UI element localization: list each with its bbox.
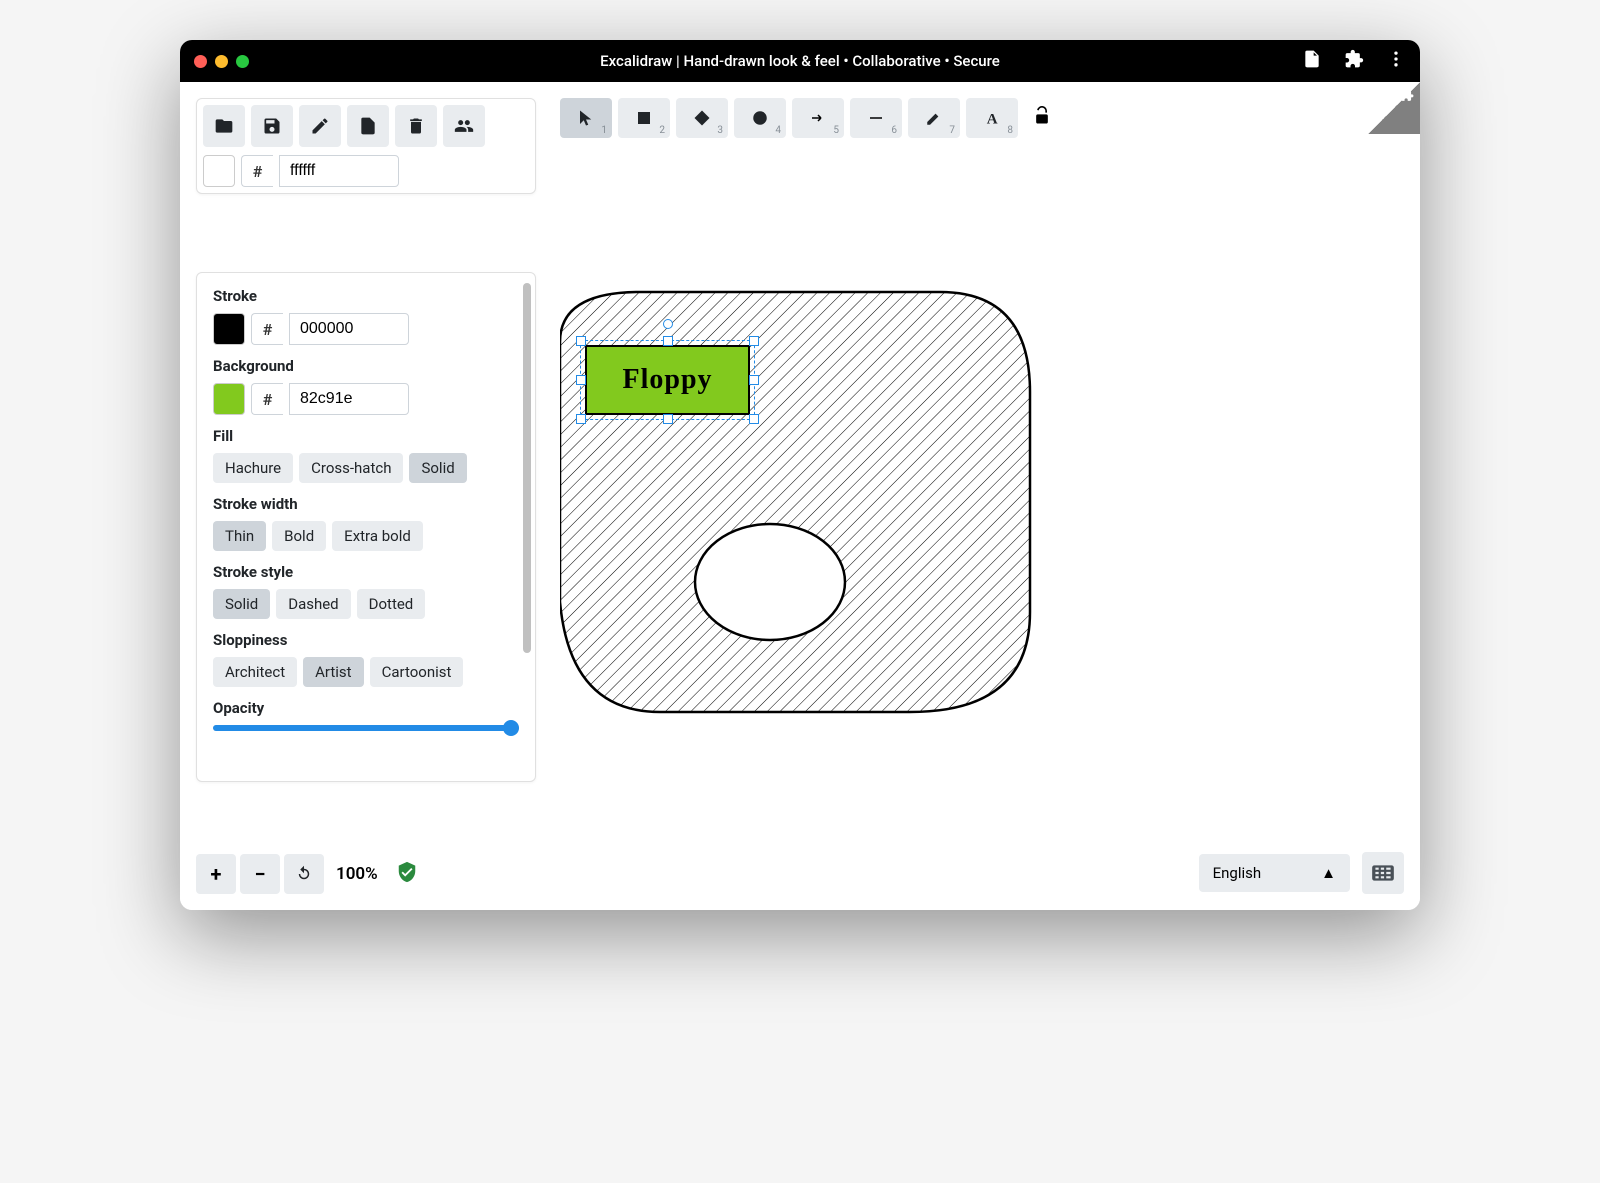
selection-box[interactable]: Floppy (580, 340, 755, 420)
window-title: Excalidraw | Hand-drawn look & feel • Co… (600, 52, 1000, 70)
zoom-out-button[interactable]: − (240, 854, 280, 894)
zoom-level: 100% (328, 864, 386, 884)
collab-button[interactable] (443, 105, 485, 147)
hash-label: # (251, 383, 283, 415)
sw-thin[interactable]: Thin (213, 521, 266, 551)
extension-icon[interactable] (1344, 49, 1364, 73)
app-window: Excalidraw | Hand-drawn look & feel • Co… (180, 40, 1420, 910)
save-button[interactable] (251, 105, 293, 147)
encryption-shield-icon[interactable] (396, 861, 418, 887)
handle-mr[interactable] (749, 375, 759, 385)
opacity-slider[interactable] (213, 725, 519, 731)
rotation-handle[interactable] (663, 319, 673, 329)
canvas-bg-swatch[interactable] (203, 155, 235, 187)
properties-panel: Stroke # Background # Fill Hachure (196, 272, 536, 782)
chevron-up-icon: ▲ (1321, 864, 1336, 882)
zoom-controls: + − 100% (196, 854, 418, 894)
tool-ellipse[interactable]: 4 (734, 98, 786, 138)
language-select[interactable]: English ▲ (1199, 854, 1350, 892)
minimize-window[interactable] (215, 55, 228, 68)
stroke-input[interactable] (289, 313, 409, 345)
handle-tm[interactable] (663, 336, 673, 346)
tool-draw[interactable]: 7 (908, 98, 960, 138)
stroke-style-options: Solid Dashed Dotted (213, 589, 519, 619)
slop-artist[interactable]: Artist (303, 657, 363, 687)
handle-ml[interactable] (576, 375, 586, 385)
traffic-lights (194, 55, 249, 68)
bottom-right-controls: English ▲ (1199, 852, 1404, 894)
lock-toggle[interactable] (1032, 106, 1052, 130)
tool-text[interactable]: A8 (966, 98, 1018, 138)
maximize-window[interactable] (236, 55, 249, 68)
hash-label: # (251, 313, 283, 345)
tool-line[interactable]: 6 (850, 98, 902, 138)
handle-bm[interactable] (663, 414, 673, 424)
sloppiness-label: Sloppiness (213, 631, 519, 649)
app-content: # 1 2 3 4 5 6 7 A8 Stroke # (180, 82, 1420, 910)
tool-arrow[interactable]: 5 (792, 98, 844, 138)
handle-tl[interactable] (576, 336, 586, 346)
background-swatch[interactable] (213, 383, 245, 415)
ss-solid[interactable]: Solid (213, 589, 270, 619)
background-input[interactable] (289, 383, 409, 415)
close-window[interactable] (194, 55, 207, 68)
background-label: Background (213, 357, 519, 375)
svg-text:A: A (987, 111, 998, 127)
ss-dashed[interactable]: Dashed (276, 589, 350, 619)
slop-architect[interactable]: Architect (213, 657, 297, 687)
zoom-in-button[interactable]: + (196, 854, 236, 894)
titlebar: Excalidraw | Hand-drawn look & feel • Co… (180, 40, 1420, 82)
handle-tr[interactable] (749, 336, 759, 346)
language-value: English (1213, 864, 1262, 882)
stroke-label: Stroke (213, 287, 519, 305)
tool-selection[interactable]: 1 (560, 98, 612, 138)
handle-bl[interactable] (576, 414, 586, 424)
hash-label: # (241, 155, 273, 187)
stroke-style-label: Stroke style (213, 563, 519, 581)
ss-dotted[interactable]: Dotted (357, 589, 426, 619)
stroke-swatch[interactable] (213, 313, 245, 345)
export-button[interactable] (347, 105, 389, 147)
open-button[interactable] (203, 105, 245, 147)
shape-toolbar: 1 2 3 4 5 6 7 A8 (560, 98, 1052, 138)
zoom-reset-button[interactable] (284, 854, 324, 894)
sw-extra-bold[interactable]: Extra bold (332, 521, 423, 551)
fill-solid[interactable]: Solid (409, 453, 466, 483)
fill-label: Fill (213, 427, 519, 445)
save-as-button[interactable] (299, 105, 341, 147)
scrollbar[interactable] (523, 283, 531, 653)
opacity-label: Opacity (213, 699, 519, 717)
sloppiness-options: Architect Artist Cartoonist (213, 657, 519, 687)
canvas-text: Floppy (622, 364, 712, 396)
sw-bold[interactable]: Bold (272, 521, 326, 551)
canvas-bg-input[interactable] (279, 155, 399, 187)
tool-diamond[interactable]: 3 (676, 98, 728, 138)
keyboard-shortcuts-button[interactable] (1362, 852, 1404, 894)
corner-fold[interactable] (1368, 82, 1420, 134)
file-toolbar: # (196, 98, 536, 194)
fill-hachure[interactable]: Hachure (213, 453, 293, 483)
menu-icon[interactable] (1386, 49, 1406, 73)
fill-options: Hachure Cross-hatch Solid (213, 453, 519, 483)
clear-button[interactable] (395, 105, 437, 147)
stroke-width-options: Thin Bold Extra bold (213, 521, 519, 551)
fill-cross-hatch[interactable]: Cross-hatch (299, 453, 403, 483)
slop-cartoonist[interactable]: Cartoonist (370, 657, 464, 687)
file-icon[interactable] (1302, 49, 1322, 73)
tool-rectangle[interactable]: 2 (618, 98, 670, 138)
handle-br[interactable] (749, 414, 759, 424)
selected-rectangle[interactable]: Floppy (585, 345, 750, 415)
stroke-width-label: Stroke width (213, 495, 519, 513)
